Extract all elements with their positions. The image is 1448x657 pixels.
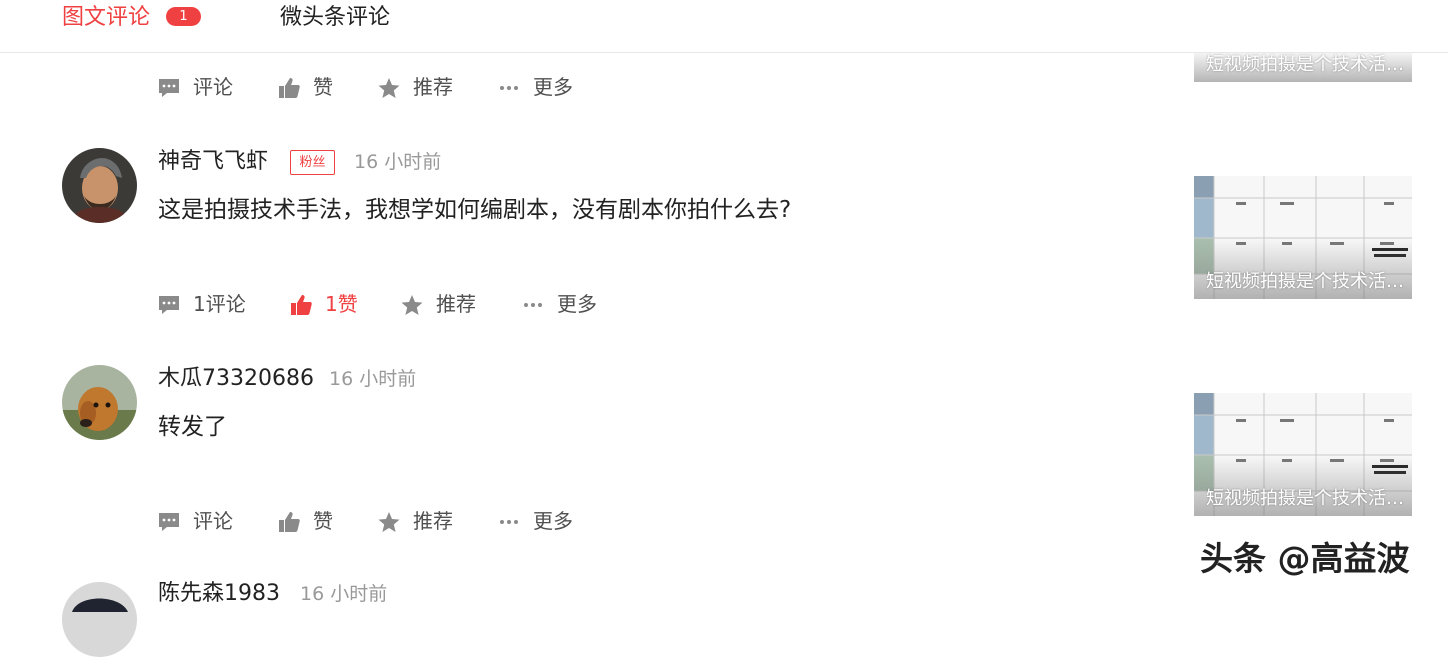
username[interactable]: 神奇飞飞虾 xyxy=(158,148,268,176)
comment-text: 转发了 xyxy=(158,414,227,440)
star-icon xyxy=(378,512,400,532)
tab-micro-headline-comments[interactable]: 微头条评论 xyxy=(280,4,390,32)
comment-text: 这是拍摄技术手法，我想学如何编剧本，没有剧本你拍什么去? xyxy=(158,197,792,223)
fan-badge: 粉丝 xyxy=(290,150,335,175)
thumbs-up-icon xyxy=(279,78,300,98)
timestamp: 16 小时前 xyxy=(354,151,442,173)
recommend-label: 推荐 xyxy=(413,509,453,533)
article-thumbnail[interactable]: 短视频拍摄是个技术活，看完这篇你就懂了 xyxy=(1194,48,1412,82)
more-dots-icon xyxy=(500,520,518,524)
avatar[interactable] xyxy=(62,582,137,657)
thumbs-up-icon xyxy=(291,295,312,315)
like-count-label: 赞 xyxy=(313,509,333,533)
comment-count-label: 1评论 xyxy=(193,292,246,316)
comment-tabs: 图文评论 1 微头条评论 xyxy=(0,0,1448,53)
avatar[interactable] xyxy=(62,365,137,440)
more-label: 更多 xyxy=(533,75,573,99)
username[interactable]: 陈先森1983 xyxy=(158,580,280,608)
timestamp: 16 小时前 xyxy=(329,368,417,390)
tab-article-comments[interactable]: 图文评论 xyxy=(62,4,150,32)
comment-count-label: 评论 xyxy=(193,75,233,99)
more-label: 更多 xyxy=(533,509,573,533)
recommend-label: 推荐 xyxy=(413,75,453,99)
comment-icon xyxy=(159,296,179,314)
avatar[interactable] xyxy=(62,148,137,223)
star-icon xyxy=(378,78,400,98)
avatar-photo xyxy=(62,582,137,657)
tab-count-badge: 1 xyxy=(166,7,201,26)
watermark: 头条 @高益波 xyxy=(1200,539,1410,578)
more-dots-icon xyxy=(500,86,518,90)
star-icon xyxy=(401,295,423,315)
recommend-label: 推荐 xyxy=(436,292,476,316)
username[interactable]: 木瓜73320686 xyxy=(158,365,314,393)
comment-count-label: 评论 xyxy=(193,509,233,533)
thumbs-up-icon xyxy=(279,512,300,532)
avatar-photo xyxy=(62,148,137,223)
article-caption: 短视频拍摄是个技术活，看完这篇你就懂了 xyxy=(1206,54,1406,75)
article-thumbnail[interactable]: 短视频拍摄是个技术活，看完这篇你就懂了 xyxy=(1194,176,1412,299)
more-dots-icon xyxy=(524,303,542,307)
avatar-photo xyxy=(62,365,137,440)
comment-icon xyxy=(159,79,179,97)
article-thumbnail[interactable]: 短视频拍摄是个技术活，看完这篇你就懂了 xyxy=(1194,393,1412,516)
like-count-label: 1赞 xyxy=(325,292,358,316)
timestamp: 16 小时前 xyxy=(300,583,388,605)
article-caption: 短视频拍摄是个技术活，看完这篇你就懂了 xyxy=(1206,271,1406,292)
more-label: 更多 xyxy=(557,292,597,316)
like-count-label: 赞 xyxy=(313,75,333,99)
comment-icon xyxy=(159,513,179,531)
article-caption: 短视频拍摄是个技术活，看完这篇你就懂了 xyxy=(1206,488,1406,509)
